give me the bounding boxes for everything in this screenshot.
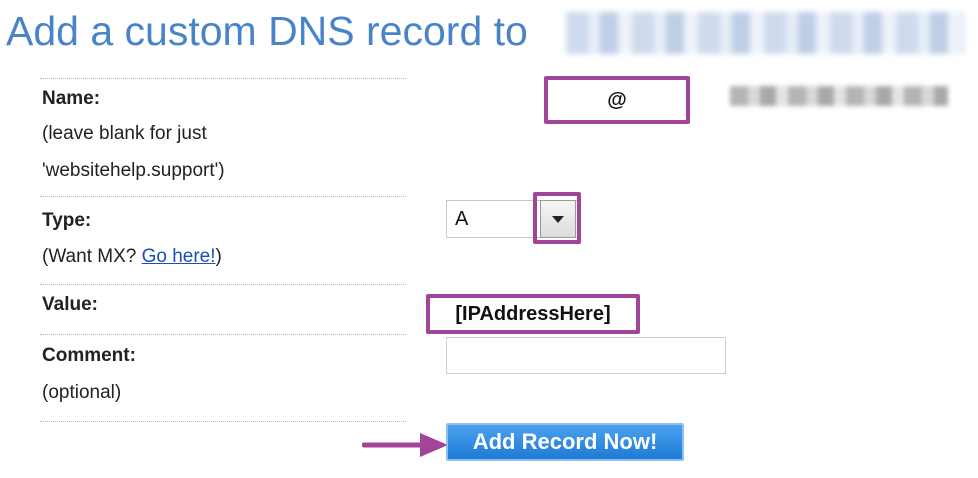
divider (40, 196, 406, 197)
divider (40, 78, 406, 79)
type-note: (Want MX? Go here!) (42, 246, 222, 267)
divider (40, 421, 406, 422)
comment-input[interactable] (446, 337, 726, 374)
arrow-right-icon (362, 433, 448, 457)
divider (40, 284, 406, 285)
page-title: Add a custom DNS record to (6, 8, 528, 54)
type-highlight (533, 192, 581, 244)
name-input[interactable] (548, 80, 686, 120)
add-record-button[interactable]: Add Record Now! (446, 423, 684, 461)
divider (40, 334, 406, 335)
type-label: Type: (42, 210, 92, 231)
name-note-line2: 'websitehelp.support') (42, 160, 225, 181)
mx-link[interactable]: Go here! (142, 246, 216, 267)
name-label: Name: (42, 88, 101, 109)
name-note-line1: (leave blank for just (42, 123, 207, 144)
value-input[interactable] (430, 298, 636, 330)
redacted-domain (566, 12, 964, 54)
comment-note: (optional) (42, 382, 122, 403)
redacted-hint (730, 86, 948, 106)
comment-label: Comment: (42, 345, 136, 366)
value-label: Value: (42, 294, 98, 315)
